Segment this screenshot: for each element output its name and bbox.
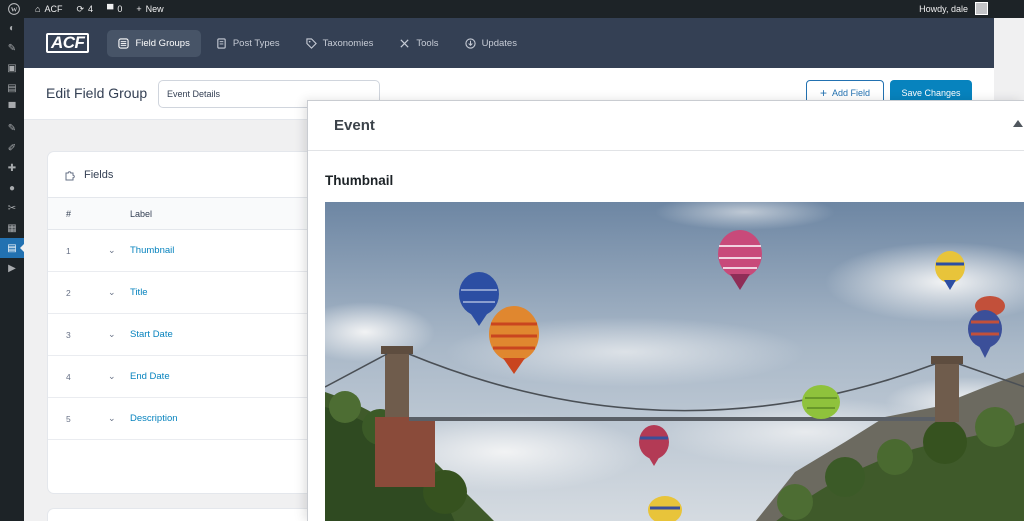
chevron-down-icon[interactable]: ⌄	[108, 287, 120, 298]
thumbnail-image	[325, 202, 1024, 521]
field-label-link[interactable]: End Date	[120, 371, 170, 382]
plus-icon: +	[819, 86, 827, 100]
home-icon: ⌂	[35, 4, 41, 14]
preview-title: Event	[308, 101, 1024, 151]
dashboard-icon[interactable]: ◐	[0, 18, 24, 38]
collapse-arrow-icon[interactable]	[1013, 120, 1023, 127]
site-name-link[interactable]: ⌂ ACF	[28, 0, 69, 18]
col-num-header: #	[66, 208, 72, 219]
row-num: 5	[66, 413, 71, 424]
pages-icon[interactable]: ▤	[0, 78, 24, 98]
row-num: 1	[66, 245, 71, 256]
new-content-link[interactable]: + New	[129, 0, 170, 18]
add-field-label: Add Field	[831, 88, 871, 98]
updates-link[interactable]: ⟳ 4	[69, 0, 100, 18]
field-label-link[interactable]: Title	[120, 287, 148, 298]
table-row[interactable]: 2 ⌄ Title	[48, 272, 346, 314]
acf-menu-icon[interactable]: ▤	[0, 238, 24, 258]
refresh-icon: ⟳	[76, 3, 84, 14]
comments-link[interactable]: ▀ 0	[100, 0, 129, 18]
thumbnail-field-label: Thumbnail	[325, 173, 394, 188]
tab-post-types[interactable]: Post Types	[205, 30, 291, 57]
puzzle-icon	[65, 170, 75, 180]
chevron-down-icon[interactable]: ⌄	[108, 329, 120, 340]
acf-header: ACF Field Groups Post Types Taxonomies T…	[24, 18, 994, 68]
post-types-icon	[217, 37, 226, 49]
avatar[interactable]	[975, 2, 988, 15]
comments-menu-icon[interactable]: ▀	[0, 98, 24, 118]
fields-table: # Label 1 ⌄ Thumbnail 2 ⌄ Title 3 ⌄ Star…	[48, 198, 346, 440]
tab-updates[interactable]: Updates	[454, 30, 528, 57]
tools-icon	[400, 38, 409, 48]
collapse-menu-icon[interactable]: ▶	[0, 258, 24, 278]
tab-label: Updates	[481, 37, 517, 49]
tab-field-groups[interactable]: Field Groups	[107, 29, 201, 57]
taxonomies-icon	[306, 37, 317, 49]
tab-tools[interactable]: Tools	[388, 30, 449, 57]
my-account-link[interactable]: Howdy, dale	[912, 0, 1024, 18]
tab-label: Tools	[416, 37, 439, 49]
updates-icon	[464, 37, 476, 49]
admin-bar: W ⌂ ACF ⟳ 4 ▀ 0 + New Howdy, dale	[0, 0, 1024, 18]
pin-icon-2[interactable]: ✎	[0, 118, 24, 138]
svg-text:W: W	[11, 6, 18, 13]
table-row[interactable]: 5 ⌄ Description	[48, 398, 346, 440]
media-icon[interactable]: ▣	[0, 58, 24, 78]
fields-heading: Fields	[84, 168, 114, 181]
plugins-icon[interactable]: ✚	[0, 158, 24, 178]
field-label-link[interactable]: Description	[120, 413, 178, 424]
field-label-link[interactable]: Thumbnail	[120, 245, 174, 256]
users-icon[interactable]: ●	[0, 178, 24, 198]
appearance-icon[interactable]: ✐	[0, 138, 24, 158]
updates-count: 4	[87, 4, 93, 14]
acf-logo: ACF	[46, 33, 90, 53]
wordpress-logo-icon[interactable]: W	[0, 0, 28, 18]
fields-card-header: Fields	[48, 152, 346, 198]
settings-card	[47, 508, 347, 521]
table-row[interactable]: 1 ⌄ Thumbnail	[48, 230, 346, 272]
chevron-down-icon[interactable]: ⌄	[108, 371, 120, 382]
fields-card: Fields # Label 1 ⌄ Thumbnail 2 ⌄ Title 3…	[47, 151, 347, 494]
page-title: Edit Field Group	[46, 85, 148, 101]
tab-taxonomies[interactable]: Taxonomies	[295, 30, 385, 57]
chevron-down-icon[interactable]: ⌄	[108, 413, 120, 424]
comments-count: 0	[117, 4, 123, 14]
admin-menu: ◐ ✎ ▣ ▤ ▀ ✎ ✐ ✚ ● ✂ ▦ ▤ ▶	[0, 18, 24, 521]
row-num: 4	[66, 371, 71, 382]
table-row[interactable]: 4 ⌄ End Date	[48, 356, 346, 398]
table-row[interactable]: 3 ⌄ Start Date	[48, 314, 346, 356]
tab-label: Post Types	[232, 37, 280, 49]
chevron-down-icon[interactable]: ⌄	[108, 245, 120, 256]
row-num: 3	[66, 329, 71, 340]
tab-label: Taxonomies	[322, 37, 374, 49]
tab-label: Field Groups	[135, 37, 190, 49]
field-groups-icon	[118, 37, 130, 49]
howdy-text: Howdy, dale	[919, 4, 968, 14]
event-preview-panel: Event Thumbnail	[307, 100, 1024, 521]
col-label-header: Label	[130, 208, 153, 219]
plus-icon: +	[136, 4, 142, 14]
field-label-link[interactable]: Start Date	[120, 329, 173, 340]
new-label: New	[145, 4, 164, 14]
tools-menu-icon[interactable]: ✂	[0, 198, 24, 218]
row-num: 2	[66, 287, 71, 298]
settings-icon[interactable]: ▦	[0, 218, 24, 238]
comment-icon: ▀	[107, 4, 114, 14]
pin-icon[interactable]: ✎	[0, 38, 24, 58]
table-header: # Label	[48, 198, 346, 230]
site-name: ACF	[44, 4, 63, 14]
